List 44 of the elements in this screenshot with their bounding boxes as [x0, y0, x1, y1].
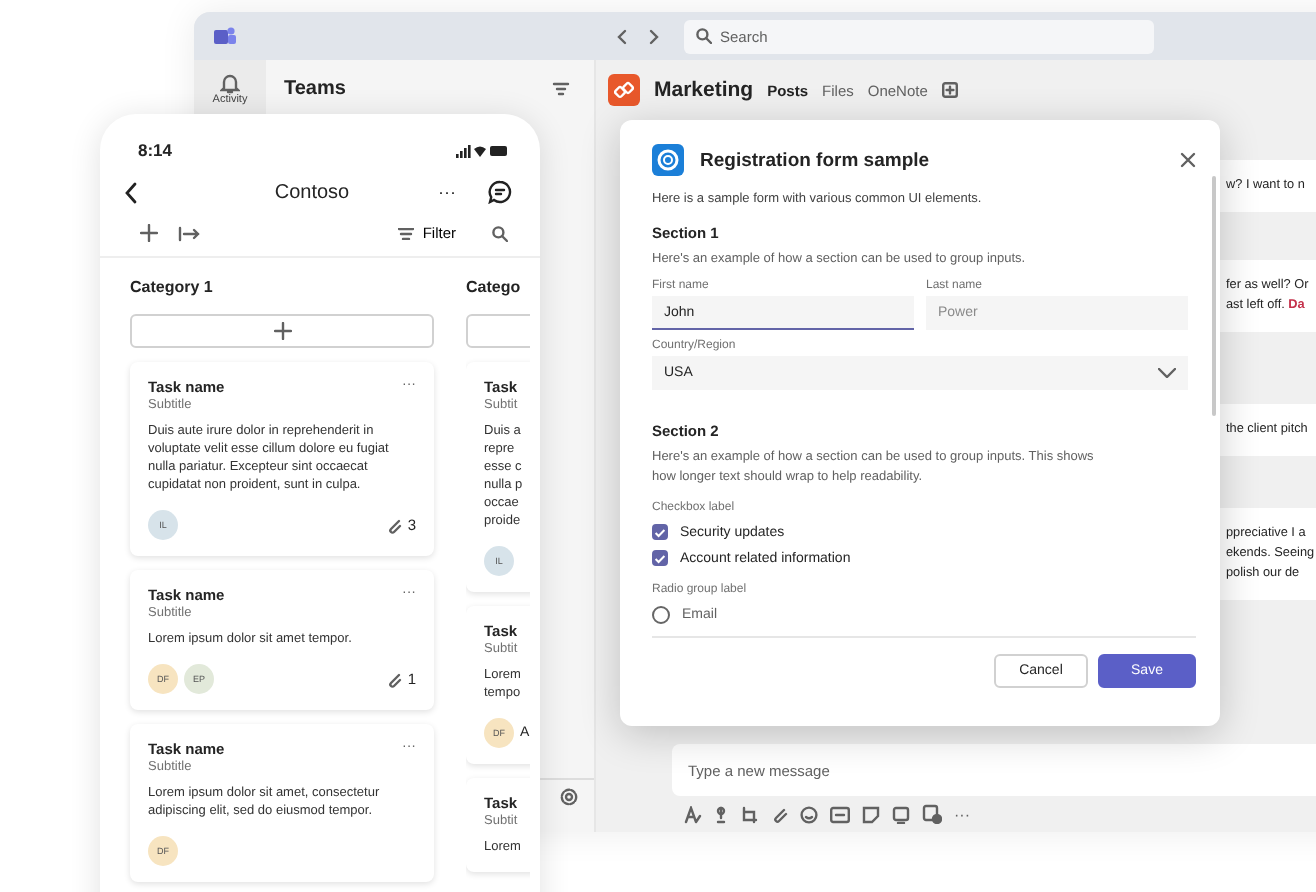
sticker-icon[interactable]	[862, 805, 880, 823]
attachment-icon	[385, 517, 402, 533]
back-icon[interactable]	[124, 181, 138, 203]
meet-icon[interactable]	[892, 805, 910, 823]
add-icon	[273, 322, 291, 340]
status-icons-drawing	[456, 143, 508, 157]
add-icon[interactable]	[140, 224, 158, 242]
more-button[interactable]: ···	[954, 805, 970, 823]
schedule-icon[interactable]	[922, 804, 942, 824]
close-icon	[1180, 152, 1196, 168]
bulb-icon[interactable]	[714, 805, 728, 823]
checkbox[interactable]	[652, 550, 668, 566]
settings-icon[interactable]	[560, 788, 578, 806]
channel-name: Marketing	[654, 78, 754, 102]
forward-icon[interactable]	[648, 27, 660, 45]
scrollbar[interactable]	[1212, 176, 1216, 416]
column-title: Catego	[466, 278, 523, 296]
search-icon[interactable]	[492, 225, 508, 241]
attach-icon[interactable]	[770, 805, 788, 823]
panel-title: Teams	[284, 78, 346, 100]
checkbox[interactable]	[652, 524, 668, 540]
channel-logo-icon	[608, 74, 640, 106]
radio-button[interactable]	[652, 606, 670, 624]
loop-icon[interactable]	[740, 805, 758, 823]
close-button[interactable]	[1180, 152, 1196, 168]
format-icon[interactable]	[684, 805, 702, 823]
attachment-icon	[385, 671, 402, 687]
emoji-icon[interactable]	[800, 805, 818, 823]
add-tab-icon[interactable]	[941, 82, 958, 98]
filter-icon[interactable]	[552, 82, 570, 96]
dialog-title: Registration form sample	[700, 149, 932, 171]
app-logo-icon[interactable]	[214, 26, 236, 46]
app-icon	[652, 144, 684, 176]
status-time: 8:14	[138, 140, 173, 160]
search-icon	[696, 28, 712, 44]
chat-icon[interactable]	[488, 180, 512, 204]
more-button[interactable]: ···	[438, 182, 456, 202]
chevron-down-icon	[1158, 368, 1176, 378]
column-title: Category 1	[130, 278, 215, 296]
bell-icon[interactable]	[220, 72, 240, 94]
filter-icon	[398, 227, 415, 239]
phone-title: Contoso	[272, 181, 352, 203]
gif-icon[interactable]	[830, 805, 850, 823]
move-icon[interactable]	[178, 225, 202, 241]
